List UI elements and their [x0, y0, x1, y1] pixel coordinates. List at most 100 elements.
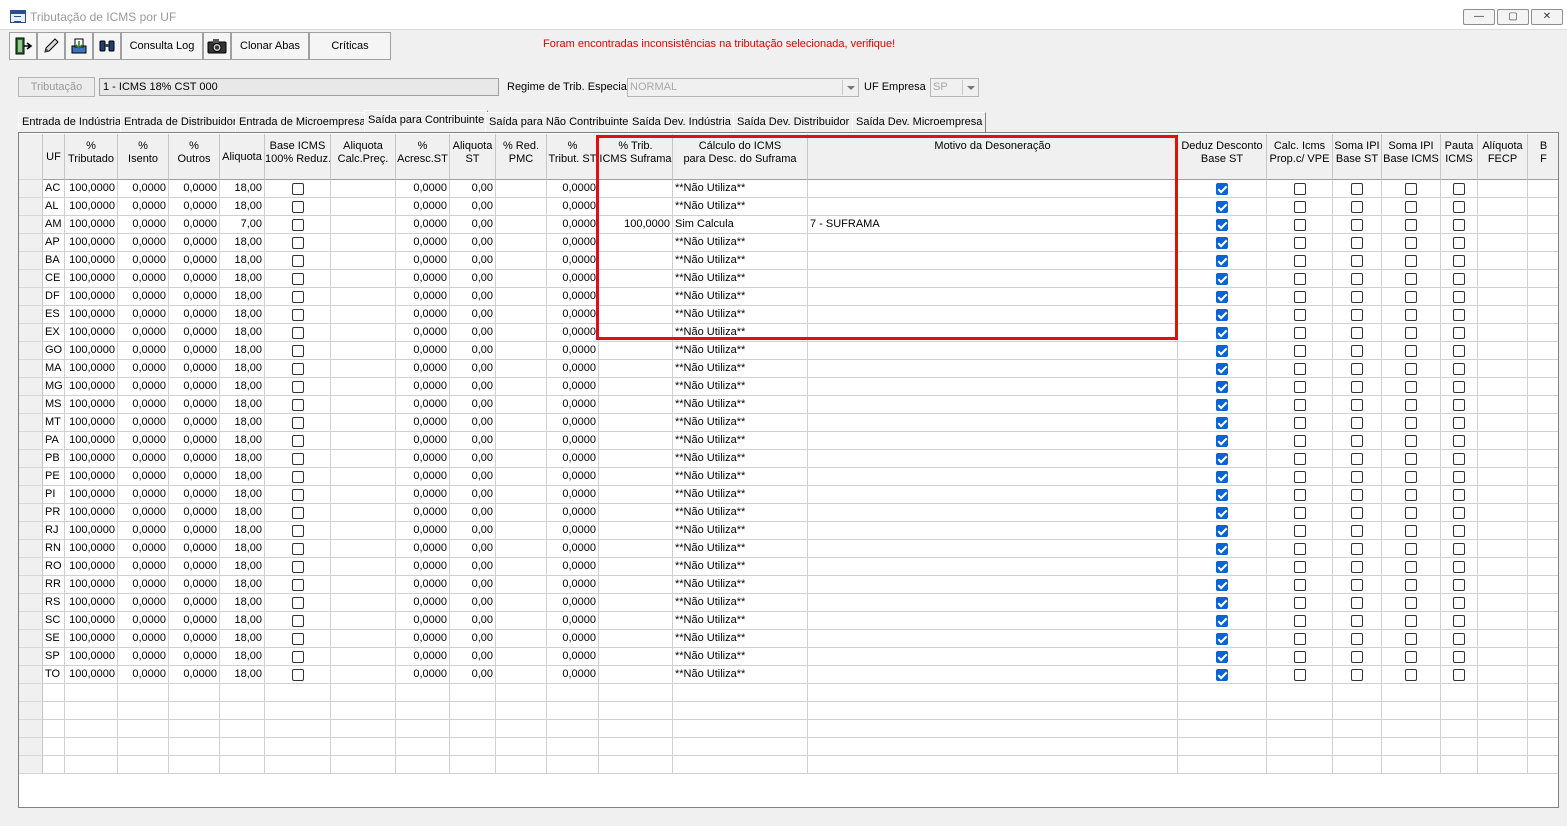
- cell-cb_somaicms[interactable]: [1382, 648, 1441, 666]
- row-indicator[interactable]: [19, 648, 43, 666]
- cell-aliq_st[interactable]: 0,00: [450, 216, 496, 234]
- close-button[interactable]: ✕: [1531, 9, 1563, 25]
- cell-trib[interactable]: 100,0000: [65, 666, 118, 684]
- cell-aliq_calc[interactable]: [331, 324, 396, 342]
- checkbox-soma_ipi_icms[interactable]: [1405, 525, 1417, 537]
- cell-cb_somaicms[interactable]: [1382, 234, 1441, 252]
- cell-calc[interactable]: **Não Utiliza**: [673, 270, 808, 288]
- cell-isento[interactable]: 0,0000: [118, 396, 169, 414]
- cell-isento[interactable]: 0,0000: [118, 540, 169, 558]
- tab-saida-dev-distribuidor[interactable]: Saída Dev. Distribuidor: [733, 112, 854, 132]
- cell-cb_calc[interactable]: [1267, 486, 1333, 504]
- column-header[interactable]: Aliquota: [220, 134, 265, 180]
- cell-fecp[interactable]: [1478, 504, 1528, 522]
- cell-trib[interactable]: 100,0000: [65, 630, 118, 648]
- cell-cb_somaicms[interactable]: [1382, 342, 1441, 360]
- checkbox-calc_icms_prop[interactable]: [1293, 399, 1306, 411]
- cell-cb_deduz[interactable]: [1178, 612, 1267, 630]
- cell-suframa[interactable]: [599, 324, 673, 342]
- cell-aliq_st[interactable]: 0,00: [450, 378, 496, 396]
- cell-cb_deduz[interactable]: [1178, 450, 1267, 468]
- checkbox-deduz_desconto[interactable]: [1216, 651, 1228, 663]
- cell-uf[interactable]: RS: [43, 594, 65, 612]
- cell-calc[interactable]: **Não Utiliza**: [673, 450, 808, 468]
- cell-cb_calc[interactable]: [1267, 288, 1333, 306]
- cell-aliq_calc[interactable]: [331, 234, 396, 252]
- cell-aliq[interactable]: [220, 756, 265, 774]
- cell-motivo[interactable]: [808, 252, 1178, 270]
- cell-motivo[interactable]: [808, 288, 1178, 306]
- cell-uf[interactable]: [43, 738, 65, 756]
- cell-cb_pauta[interactable]: [1441, 648, 1478, 666]
- column-header[interactable]: % Outros: [169, 134, 220, 180]
- cell-cb_deduz[interactable]: [1178, 702, 1267, 720]
- cell-cb_somaicms[interactable]: [1382, 702, 1441, 720]
- cell-trib_st[interactable]: [547, 684, 599, 702]
- cell-cb_deduz[interactable]: [1178, 234, 1267, 252]
- cell-pmc[interactable]: [496, 612, 547, 630]
- cell-acresc[interactable]: 0,0000: [396, 612, 450, 630]
- cell-pmc[interactable]: [496, 198, 547, 216]
- checkbox-pauta_icms[interactable]: [1453, 543, 1465, 555]
- cell-calc[interactable]: [673, 738, 808, 756]
- checkbox-soma_ipi_icms[interactable]: [1405, 291, 1417, 303]
- cell-suframa[interactable]: [599, 648, 673, 666]
- checkbox-calc_icms_prop[interactable]: [1293, 633, 1306, 645]
- cell-aliq_calc[interactable]: [331, 180, 396, 198]
- checkbox-soma_ipi_icms[interactable]: [1405, 507, 1417, 519]
- cell-aliq[interactable]: [220, 720, 265, 738]
- cell-outros[interactable]: [169, 684, 220, 702]
- cell-cb_somaicms[interactable]: [1382, 180, 1441, 198]
- consulta-log-button[interactable]: Consulta Log: [121, 32, 203, 60]
- maximize-button[interactable]: ▢: [1497, 9, 1529, 25]
- cell-uf[interactable]: PB: [43, 450, 65, 468]
- cell-aliq_st[interactable]: 0,00: [450, 360, 496, 378]
- cell-bf[interactable]: [1528, 180, 1558, 198]
- cell-bf[interactable]: [1528, 684, 1558, 702]
- cell-pmc[interactable]: [496, 630, 547, 648]
- cell-trib[interactable]: 100,0000: [65, 270, 118, 288]
- cell-trib_st[interactable]: 0,0000: [547, 216, 599, 234]
- cell-trib_st[interactable]: 0,0000: [547, 504, 599, 522]
- cell-aliq_calc[interactable]: [331, 216, 396, 234]
- checkbox-calc_icms_prop[interactable]: [1293, 561, 1306, 573]
- cell-pmc[interactable]: [496, 486, 547, 504]
- row-indicator[interactable]: [19, 306, 43, 324]
- checkbox-soma_ipi_icms[interactable]: [1405, 273, 1417, 285]
- cell-suframa[interactable]: [599, 468, 673, 486]
- cell-cb_pauta[interactable]: [1441, 378, 1478, 396]
- cell-cb_calc[interactable]: [1267, 252, 1333, 270]
- cell-cb_pauta[interactable]: [1441, 252, 1478, 270]
- checkbox-deduz_desconto[interactable]: [1216, 453, 1228, 465]
- cell-outros[interactable]: [169, 756, 220, 774]
- cell-cb_somast[interactable]: [1333, 702, 1382, 720]
- cell-trib[interactable]: 100,0000: [65, 252, 118, 270]
- cell-acresc[interactable]: 0,0000: [396, 450, 450, 468]
- cell-cb_pauta[interactable]: [1441, 288, 1478, 306]
- cell-cb_base[interactable]: [265, 324, 331, 342]
- cell-aliq_st[interactable]: [450, 738, 496, 756]
- cell-pmc[interactable]: [496, 324, 547, 342]
- checkbox-soma_ipi_st[interactable]: [1351, 345, 1363, 357]
- criticas-button[interactable]: Críticas: [309, 32, 391, 60]
- cell-cb_somast[interactable]: [1333, 486, 1382, 504]
- cell-aliq_calc[interactable]: [331, 288, 396, 306]
- cell-cb_somaicms[interactable]: [1382, 666, 1441, 684]
- cell-pmc[interactable]: [496, 684, 547, 702]
- cell-aliq_st[interactable]: 0,00: [450, 504, 496, 522]
- cell-isento[interactable]: 0,0000: [118, 198, 169, 216]
- cell-fecp[interactable]: [1478, 756, 1528, 774]
- cell-aliq_calc[interactable]: [331, 756, 396, 774]
- cell-cb_base[interactable]: [265, 288, 331, 306]
- cell-aliq[interactable]: 18,00: [220, 198, 265, 216]
- cell-cb_deduz[interactable]: [1178, 558, 1267, 576]
- cell-calc[interactable]: **Não Utiliza**: [673, 360, 808, 378]
- cell-isento[interactable]: 0,0000: [118, 468, 169, 486]
- checkbox-soma_ipi_icms[interactable]: [1405, 381, 1417, 393]
- cell-acresc[interactable]: 0,0000: [396, 648, 450, 666]
- cell-trib_st[interactable]: 0,0000: [547, 180, 599, 198]
- cell-trib[interactable]: 100,0000: [65, 378, 118, 396]
- cell-cb_pauta[interactable]: [1441, 666, 1478, 684]
- cell-outros[interactable]: 0,0000: [169, 576, 220, 594]
- cell-acresc[interactable]: 0,0000: [396, 360, 450, 378]
